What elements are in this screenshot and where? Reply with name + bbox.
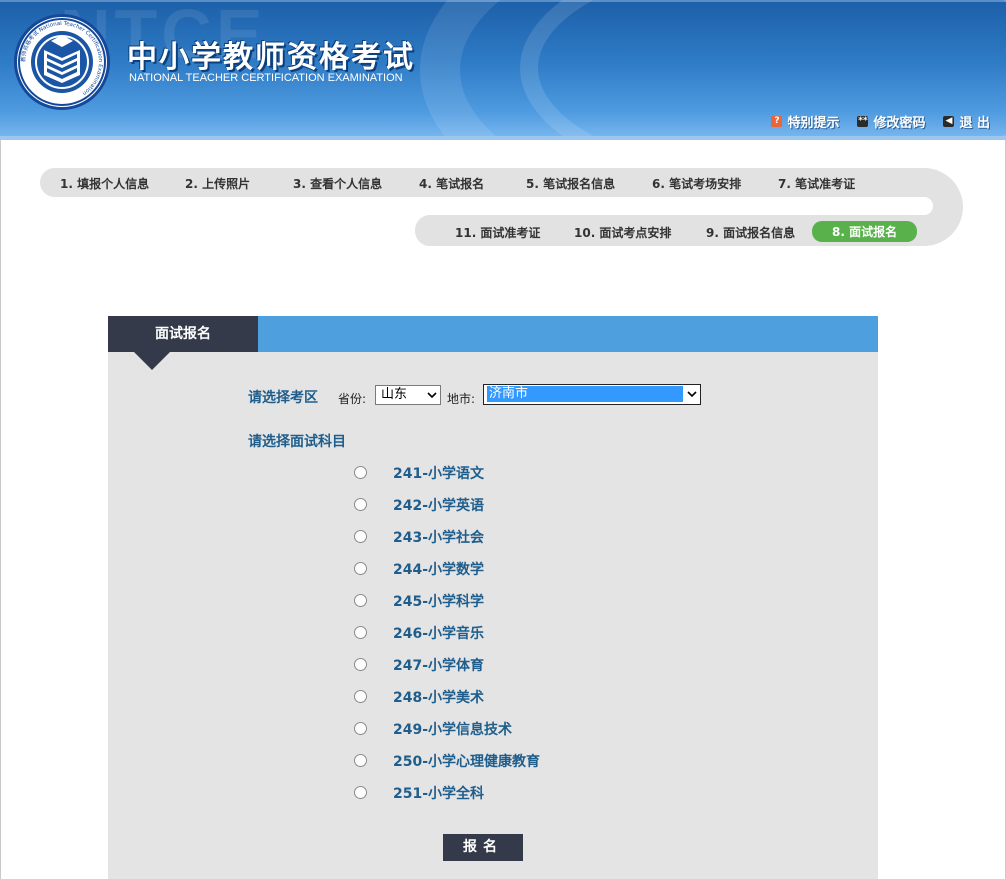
subject-option-249[interactable]: 249-小学信息技术 [393,719,512,739]
subject-radio-248[interactable] [354,690,367,703]
site-header: NTCE 教师资格考试 National Teacher Certificati… [0,0,1006,140]
subject-option-243[interactable]: 243-小学社会 [393,527,484,547]
registration-panel: 面试报名 请选择考区 省份: 山东 地市: 济南市 请选择面试科目 241-小学… [108,316,878,879]
chevron-down-icon [687,391,697,398]
panel-title: 面试报名 [108,316,258,352]
step-6-written-exam-room[interactable]: 6. 笔试考场安排 [652,175,741,192]
password-icon: ** [857,116,869,127]
step-3-view-info[interactable]: 3. 查看个人信息 [293,175,382,192]
province-select-value: 山东 [381,387,408,402]
subject-option-241[interactable]: 241-小学语文 [393,463,484,483]
subject-radio-246[interactable] [354,626,367,639]
chevron-down-icon [427,392,437,399]
step-9-interview-registration-info[interactable]: 9. 面试报名信息 [706,224,795,241]
subject-option-242[interactable]: 242-小学英语 [393,495,484,515]
site-subtitle: NATIONAL TEACHER CERTIFICATION EXAMINATI… [129,72,403,84]
region-label: 请选择考区 [248,390,318,406]
subject-radio-242[interactable] [354,498,367,511]
register-button[interactable]: 报名 [443,834,523,861]
steps-track-gap [880,197,933,215]
subject-radio-247[interactable] [354,658,367,671]
logout-label: 退 出 [959,116,990,131]
subject-option-246[interactable]: 246-小学音乐 [393,623,484,643]
province-select[interactable]: 山东 [375,385,441,405]
subject-option-244[interactable]: 244-小学数学 [393,559,484,579]
step-2-upload-photo[interactable]: 2. 上传照片 [185,175,250,192]
subject-radio-241[interactable] [354,466,367,479]
panel-tab-pointer [134,352,170,370]
book-emblem-icon: 教师资格考试 National Teacher Certification Ex… [18,18,106,106]
subject-radio-250[interactable] [354,754,367,767]
change-password-label: 修改密码 [873,116,926,131]
step-7-written-admission-ticket[interactable]: 7. 笔试准考证 [778,175,855,192]
subject-label: 请选择面试科目 [248,434,346,450]
notice-icon: ? [771,116,783,127]
subject-radio-243[interactable] [354,530,367,543]
site-title: 中小学教师资格考试 [127,40,415,75]
subject-radio-244[interactable] [354,562,367,575]
city-select[interactable]: 济南市 [483,384,701,405]
city-select-value: 济南市 [487,386,683,402]
site-logo: 教师资格考试 National Teacher Certification Ex… [14,14,110,110]
subject-radio-249[interactable] [354,722,367,735]
exit-icon: ◀ [943,116,955,127]
subject-radio-251[interactable] [354,786,367,799]
subject-radio-245[interactable] [354,594,367,607]
subject-option-245[interactable]: 245-小学科学 [393,591,484,611]
step-5-written-registration-info[interactable]: 5. 笔试报名信息 [526,175,615,192]
notice-link[interactable]: ? 特别提示 [771,112,839,131]
step-8-interview-registration[interactable]: 8. 面试报名 [812,221,918,242]
top-links: ? 特别提示 ** 修改密码 ◀ 退 出 [771,112,990,131]
logout-link[interactable]: ◀ 退 出 [943,112,990,131]
city-label: 地市: [447,392,476,406]
change-password-link[interactable]: ** 修改密码 [857,112,925,131]
subject-option-247[interactable]: 247-小学体育 [393,655,484,675]
step-11-interview-admission-ticket[interactable]: 11. 面试准考证 [455,224,540,241]
step-10-interview-venue[interactable]: 10. 面试考点安排 [574,224,671,241]
notice-link-label: 特别提示 [787,116,840,131]
subject-option-251[interactable]: 251-小学全科 [393,783,484,803]
step-1-personal-info[interactable]: 1. 填报个人信息 [60,175,149,192]
step-4-written-registration[interactable]: 4. 笔试报名 [419,175,484,192]
province-label: 省份: [338,392,367,406]
subject-option-250[interactable]: 250-小学心理健康教育 [393,751,540,771]
subject-option-248[interactable]: 248-小学美术 [393,687,484,707]
